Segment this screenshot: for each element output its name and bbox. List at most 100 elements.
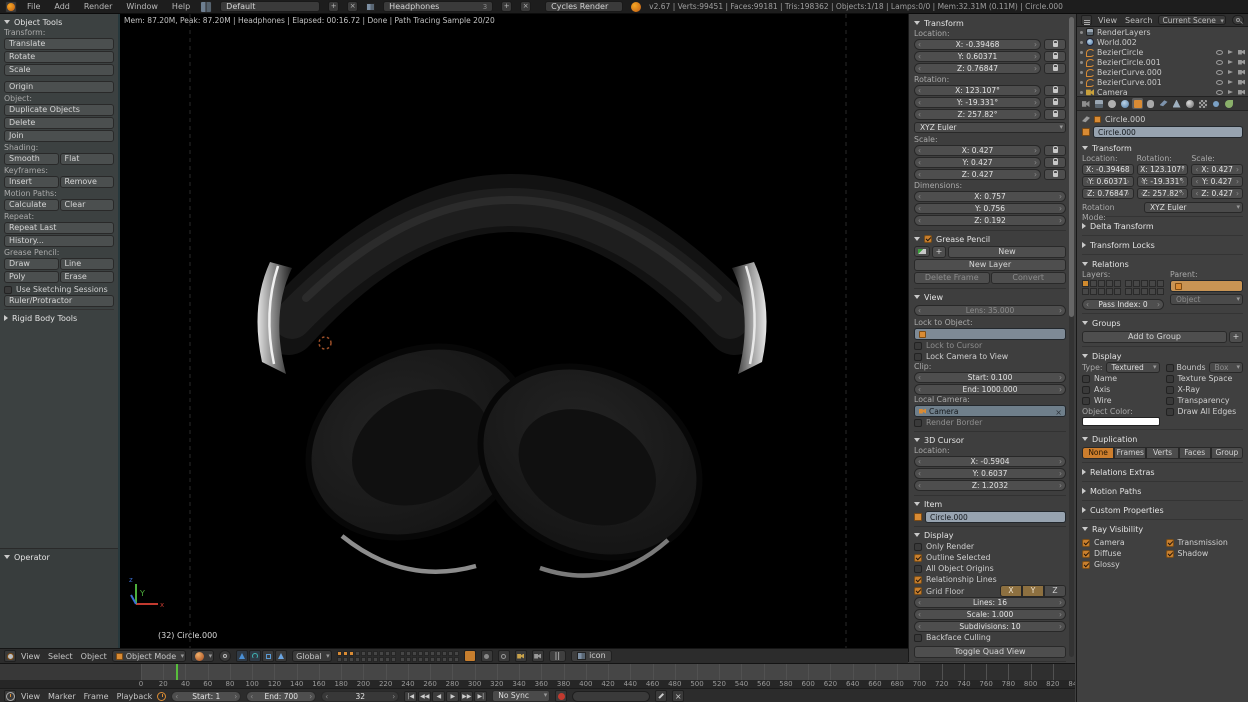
outliner-item[interactable]: RenderLayers [1077,27,1248,37]
renderable-icon[interactable] [1238,90,1245,95]
grid-subdivisions-field[interactable]: Subdivisions: 10 [914,621,1066,632]
rotation-field[interactable]: Z: 257.82° [1137,188,1189,199]
bounds-type-dropdown[interactable]: Box [1209,362,1243,373]
transform-orientation-dropdown[interactable]: Global [292,650,332,662]
clip-start-field[interactable]: Start: 0.100 [914,372,1066,383]
tab-constraints[interactable] [1145,98,1156,109]
timeline-menu[interactable]: Frame [84,692,109,701]
topbar-menu[interactable]: Add [52,2,72,11]
rotation-mode-dropdown[interactable]: XYZ Euler [1144,202,1243,213]
outliner-menu[interactable]: Search [1125,16,1152,25]
lock-button[interactable] [1044,63,1066,74]
scene-selector[interactable]: Headphones3 [383,1,493,12]
lock-button[interactable] [1044,39,1066,50]
selectable-icon[interactable] [1228,50,1233,54]
location-field[interactable]: Z: 0.76847 [1082,188,1134,199]
cursor-location-field[interactable]: Z: 1.2032 [914,480,1066,491]
only-render-checkbox[interactable] [914,543,922,551]
topbar-menu[interactable]: File [25,2,42,11]
tab-material[interactable] [1184,98,1195,109]
only-render-row[interactable]: Only Render [914,541,1066,552]
pause-button[interactable]: || [549,650,566,662]
viewport-menu[interactable]: Select [48,652,73,661]
pencil-icon[interactable] [914,246,930,257]
playhead[interactable] [176,664,178,680]
outliner-item[interactable]: BezierCurve.001 [1077,77,1248,87]
texture-space-row[interactable]: Texture Space [1166,373,1244,384]
grid-axis-x-button[interactable]: X [1000,585,1022,597]
groups-panel-header[interactable]: Groups [1082,317,1243,329]
keying-set-field[interactable] [572,691,650,702]
layers-grid[interactable] [337,651,396,662]
frame-start-field[interactable]: Start: 1 [171,691,241,702]
all-origins-checkbox[interactable] [914,565,922,573]
new-layer-button[interactable]: New Layer [914,259,1066,271]
pivot-point-icon[interactable] [219,650,231,662]
insert-keyframe-button[interactable]: Insert [4,176,59,188]
screen-layout-selector[interactable]: Default [220,1,320,12]
timeline-menu[interactable]: Marker [48,692,76,701]
tab-object[interactable] [1132,98,1143,109]
pass-index-field[interactable]: Pass Index: 0 [1082,299,1164,310]
ray-visibility-row[interactable]: Camera [1082,537,1160,548]
add-to-group-button[interactable]: Add to Group [1082,331,1227,343]
history-button[interactable]: History... [4,235,114,247]
visibility-icon[interactable] [1216,60,1223,65]
lock-button[interactable] [1044,51,1066,62]
current-frame-field[interactable]: 32 [321,691,399,702]
relations-extras-header[interactable]: Relations Extras [1082,466,1243,478]
bounds-checkbox[interactable] [1166,364,1174,372]
duplication-group-button[interactable]: Group [1211,447,1243,459]
smooth-button[interactable]: Smooth [4,153,59,165]
scale-field[interactable]: X: 0.427 [914,145,1041,156]
editor-type-3dview-icon[interactable] [4,650,16,662]
object-layers-grid[interactable] [1082,280,1121,295]
viewport-shading-dropdown[interactable] [191,650,214,662]
view-panel-header[interactable]: View [914,291,1066,303]
transform-panel-header[interactable]: Transform [1082,142,1243,154]
manipulator-translate-icon[interactable] [236,650,248,662]
tab-object-data[interactable] [1171,98,1182,109]
ray-visibility-row[interactable]: Shadow [1166,548,1244,559]
wire-checkbox[interactable] [1082,397,1090,405]
duplication-faces-button[interactable]: Faces [1179,447,1211,459]
duplicate-objects-button[interactable]: Duplicate Objects [4,104,114,116]
add-scene-button[interactable]: + [501,1,512,12]
location-field[interactable]: X: -0.39468 [914,39,1041,50]
add-group-plus-button[interactable]: + [1229,331,1243,343]
display-panel-header[interactable]: Display [914,529,1066,541]
origin-button[interactable]: Origin [4,81,114,93]
outliner-item[interactable]: Camera [1077,87,1248,97]
scale-button[interactable]: Scale [4,64,114,76]
npanel-scrollbar[interactable] [1069,17,1074,657]
lock-cursor-checkbox[interactable] [914,342,922,350]
grid-axis-z-button[interactable]: Z [1044,585,1066,597]
location-field[interactable]: Y: 0.60371 [1082,176,1134,187]
repeat-last-button[interactable]: Repeat Last [4,222,114,234]
lock-button[interactable] [1044,109,1066,120]
rotation-field[interactable]: Z: 257.82° [914,109,1041,120]
join-button[interactable]: Join [4,130,114,142]
display-panel-header[interactable]: Display [1082,350,1243,362]
scale-field[interactable]: Z: 0.427 [1191,188,1243,199]
calculate-button[interactable]: Calculate [4,199,59,211]
render-border-checkbox[interactable] [914,419,922,427]
object-layers-grid-2[interactable] [1125,280,1164,295]
rigid-body-tools-panel-header[interactable]: Rigid Body Tools [4,312,114,324]
playback-button[interactable]: |◀ [404,691,417,702]
viewport-menu[interactable]: Object [81,652,107,661]
rotation-field[interactable]: Y: -19.331° [914,97,1041,108]
3d-cursor-panel-header[interactable]: 3D Cursor [914,434,1066,446]
topbar-menu[interactable]: Window [124,2,160,11]
transparency-row[interactable]: Transparency [1166,395,1244,406]
manipulator-axes-icon[interactable] [275,650,287,662]
icon-button[interactable]: icon [571,650,612,662]
rotation-order-dropdown[interactable]: XYZ Euler [914,122,1066,133]
grid-scale-field[interactable]: Scale: 1.000 [914,609,1066,620]
ray-visibility-row[interactable]: Diffuse [1082,548,1160,559]
dimension-field[interactable]: X: 0.757 [914,191,1066,202]
manipulator-scale-icon[interactable] [262,650,274,662]
ray-visibility-header[interactable]: Ray Visibility [1082,523,1243,535]
motion-paths-header[interactable]: Motion Paths [1082,485,1243,497]
scale-field[interactable]: X: 0.427 [1191,164,1243,175]
